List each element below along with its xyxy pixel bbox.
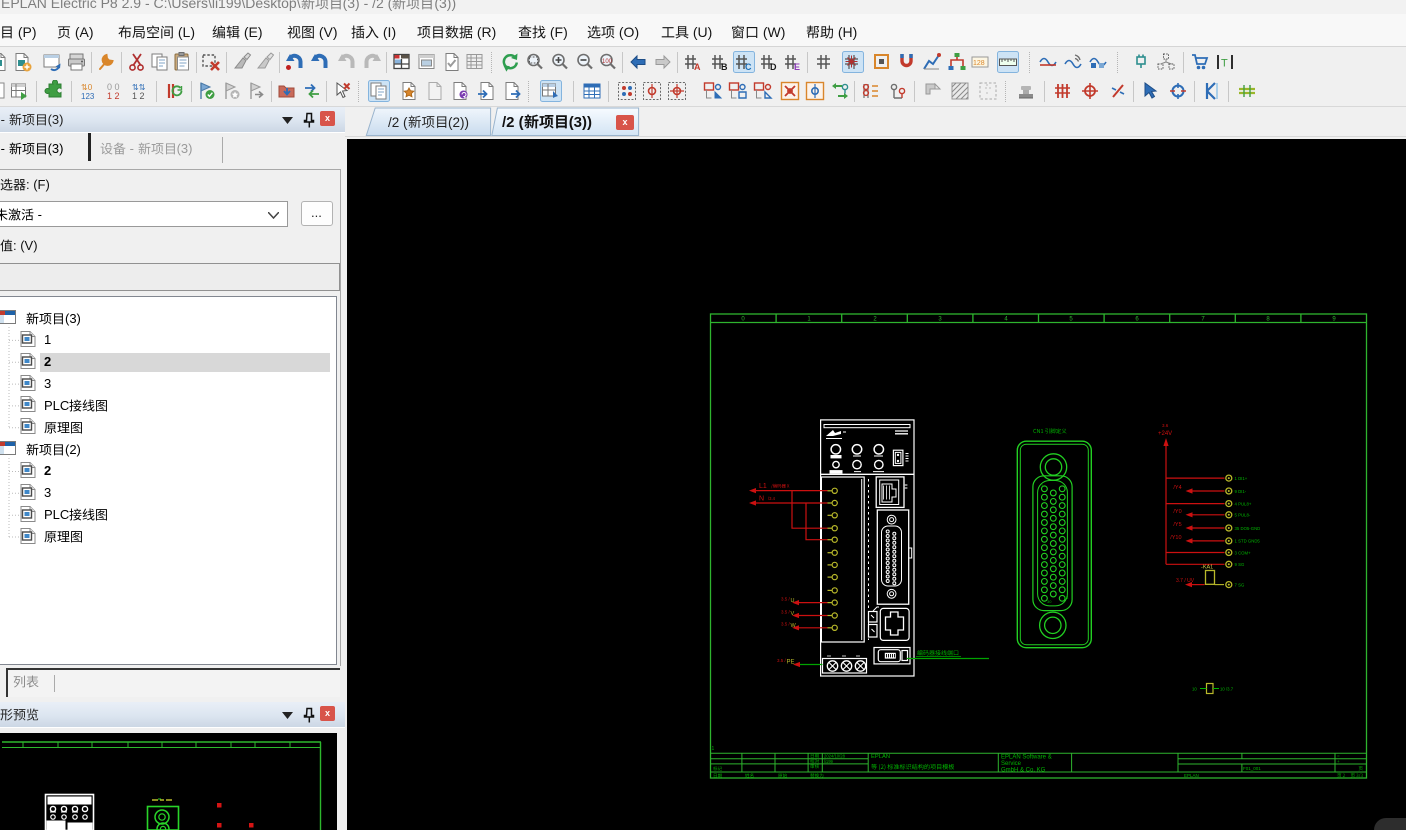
svg-text:3 COM+: 3 COM+ bbox=[1235, 550, 1252, 555]
svg-text:1 2: 1 2 bbox=[107, 91, 120, 101]
svg-text:4 PUL8+: 4 PUL8+ bbox=[1235, 501, 1252, 506]
svg-text:2: 2 bbox=[873, 317, 877, 323]
svg-text:3.6: 3.6 bbox=[1162, 423, 1169, 428]
svg-text:1 2: 1 2 bbox=[132, 91, 145, 101]
svg-text:4: 4 bbox=[1004, 317, 1008, 323]
svg-text:30: 30 bbox=[1047, 599, 1052, 604]
svg-text:9: 9 bbox=[1332, 317, 1336, 323]
svg-text:W: W bbox=[791, 623, 797, 629]
svg-text:3.5 /: 3.5 / bbox=[781, 622, 791, 627]
svg-text:T: T bbox=[1221, 58, 1228, 70]
svg-text:E: E bbox=[794, 62, 800, 72]
svg-text:EPLAN: EPLAN bbox=[1184, 773, 1199, 778]
svg-text:V: V bbox=[791, 611, 795, 617]
svg-text:li199: li199 bbox=[824, 759, 834, 764]
svg-text:3: 3 bbox=[938, 317, 942, 323]
svg-text:14: 14 bbox=[1064, 595, 1069, 600]
svg-text:A: A bbox=[694, 62, 701, 72]
svg-text:/Y10: /Y10 bbox=[1170, 535, 1181, 541]
svg-text:+: + bbox=[1337, 759, 1340, 764]
svg-text:7: 7 bbox=[1201, 317, 1205, 323]
svg-text:/Y4: /Y4 bbox=[1173, 485, 1181, 491]
svg-text:1 STD GND5: 1 STD GND5 bbox=[1235, 539, 1261, 544]
svg-text:100: 100 bbox=[602, 59, 613, 65]
svg-text:EPLAN Software &: EPLAN Software & bbox=[1001, 754, 1052, 760]
svg-text:8: 8 bbox=[1266, 317, 1270, 323]
svg-text:3.5 /: 3.5 / bbox=[781, 597, 791, 602]
svg-text:3.5 /: 3.5 / bbox=[777, 658, 787, 663]
svg-text:9 DI1-: 9 DI1- bbox=[1235, 489, 1247, 494]
svg-text:D: D bbox=[770, 62, 777, 72]
svg-text:U: U bbox=[791, 598, 795, 604]
svg-text:128: 128 bbox=[973, 60, 985, 67]
svg-text:6: 6 bbox=[1135, 317, 1139, 323]
svg-text:GmbH & Co. KG: GmbH & Co. KG bbox=[1001, 767, 1046, 773]
svg-text:1 DI1+: 1 DI1+ bbox=[1235, 476, 1248, 481]
svg-text:10 /3.7: 10 /3.7 bbox=[1220, 687, 1234, 692]
svg-text:0: 0 bbox=[741, 317, 745, 323]
svg-text:/Y5: /Y5 bbox=[1173, 522, 1181, 528]
svg-text:EPLAN: EPLAN bbox=[871, 754, 890, 760]
svg-text:L1: L1 bbox=[759, 483, 767, 490]
svg-text:3.7 / UV: 3.7 / UV bbox=[1176, 578, 1195, 584]
svg-text:7 SG: 7 SG bbox=[1235, 582, 1245, 587]
svg-text:123: 123 bbox=[81, 92, 95, 101]
svg-text:C: C bbox=[745, 62, 752, 72]
svg-text:3.5 /: 3.5 / bbox=[781, 609, 791, 614]
svg-text:2024/10/28: 2024/10/28 bbox=[824, 754, 846, 759]
svg-text:=: = bbox=[1337, 754, 1340, 759]
svg-text:/3.4: /3.4 bbox=[768, 496, 776, 501]
svg-text:35 DO5-GND: 35 DO5-GND bbox=[1235, 526, 1261, 531]
svg-text:1: 1 bbox=[807, 317, 811, 323]
svg-text:10: 10 bbox=[1192, 687, 1197, 692]
svg-text:F01_001: F01_001 bbox=[1243, 766, 1261, 771]
svg-text:-KA1: -KA1 bbox=[1201, 565, 1213, 571]
svg-text:5 PUL8-: 5 PUL8- bbox=[1235, 513, 1251, 518]
svg-text:N: N bbox=[759, 496, 764, 503]
svg-text:9 SG: 9 SG bbox=[1235, 562, 1245, 567]
svg-text:1: 1 bbox=[712, 746, 715, 752]
svg-text:5: 5 bbox=[1069, 317, 1073, 323]
svg-text:/Y0: /Y0 bbox=[1173, 509, 1181, 515]
svg-text:+24V: +24V bbox=[1158, 431, 1172, 437]
svg-text:Service: Service bbox=[1001, 761, 1022, 767]
svg-text:⇅0: ⇅0 bbox=[81, 83, 93, 92]
svg-text:B: B bbox=[721, 62, 728, 72]
